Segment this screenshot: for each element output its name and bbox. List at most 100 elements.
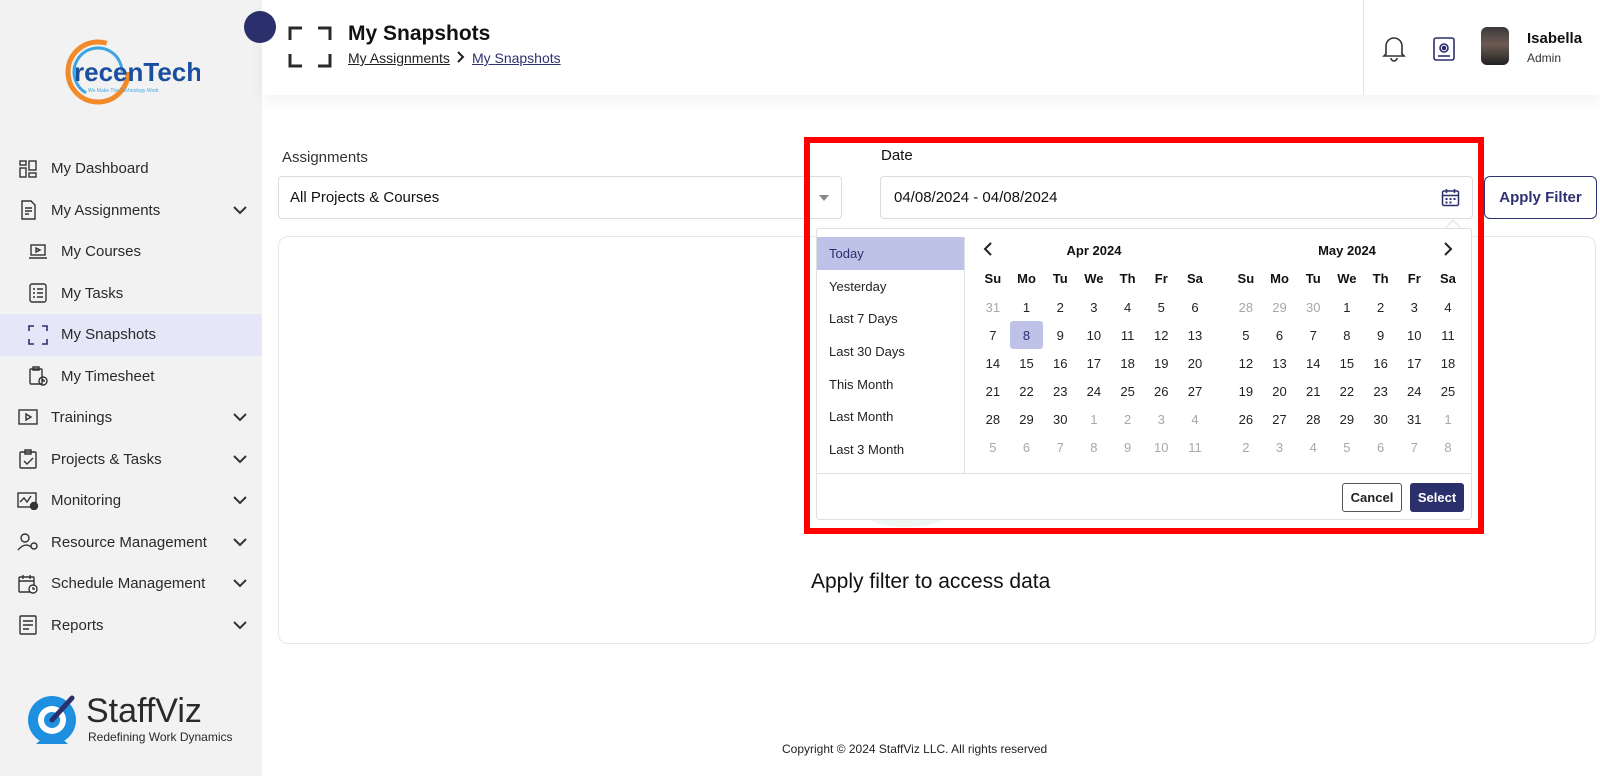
sidebar-item-schedule-management[interactable]: Schedule Management bbox=[0, 563, 262, 605]
sidebar-item-monitoring[interactable]: Monitoring bbox=[0, 480, 262, 522]
calendar-day[interactable]: 28 bbox=[976, 405, 1010, 433]
calendar-day[interactable]: 7 bbox=[976, 321, 1010, 349]
calendar-day[interactable]: 3 bbox=[1144, 405, 1178, 433]
calendar-day[interactable]: 2 bbox=[1111, 405, 1145, 433]
calendar-day[interactable]: 1 bbox=[1330, 293, 1364, 321]
calendar-day[interactable]: 3 bbox=[1397, 293, 1431, 321]
calendar-day[interactable]: 17 bbox=[1397, 349, 1431, 377]
calendar-day[interactable]: 10 bbox=[1144, 433, 1178, 461]
calendar-day[interactable]: 9 bbox=[1043, 321, 1077, 349]
range-option[interactable]: Last 30 Days bbox=[817, 335, 964, 368]
calendar-day[interactable]: 14 bbox=[1296, 349, 1330, 377]
calendar-day[interactable]: 19 bbox=[1144, 349, 1178, 377]
breadcrumb-my-assignments[interactable]: My Assignments bbox=[348, 50, 450, 66]
bell-icon[interactable] bbox=[1381, 34, 1407, 62]
calendar-day[interactable]: 3 bbox=[1263, 433, 1297, 461]
chevron-down-icon[interactable] bbox=[232, 534, 248, 550]
calendar-day[interactable]: 9 bbox=[1111, 433, 1145, 461]
range-option[interactable]: Last 7 Days bbox=[817, 302, 964, 335]
calendar-day[interactable]: 8 bbox=[1431, 433, 1465, 461]
range-option[interactable]: Last 3 Month bbox=[817, 433, 964, 466]
chevron-down-icon[interactable] bbox=[232, 202, 248, 218]
select-button[interactable]: Select bbox=[1410, 483, 1464, 512]
calendar-day[interactable]: 29 bbox=[1263, 293, 1297, 321]
calendar-day[interactable]: 6 bbox=[1178, 293, 1212, 321]
calendar-day[interactable]: 13 bbox=[1178, 321, 1212, 349]
calendar-day[interactable]: 18 bbox=[1111, 349, 1145, 377]
calendar-day[interactable]: 27 bbox=[1263, 405, 1297, 433]
calendar-day[interactable]: 6 bbox=[1263, 321, 1297, 349]
calendar-day[interactable]: 29 bbox=[1330, 405, 1364, 433]
sidebar-item-trainings[interactable]: Trainings bbox=[0, 397, 262, 439]
calendar-day[interactable]: 12 bbox=[1144, 321, 1178, 349]
calendar-day[interactable]: 5 bbox=[976, 433, 1010, 461]
calendar-day[interactable]: 5 bbox=[1229, 321, 1263, 349]
calendar-day[interactable]: 18 bbox=[1431, 349, 1465, 377]
calendar-day[interactable]: 8 bbox=[1077, 433, 1111, 461]
calendar-day[interactable]: 24 bbox=[1077, 377, 1111, 405]
calendar-day[interactable]: 12 bbox=[1229, 349, 1263, 377]
calendar-day[interactable]: 6 bbox=[1364, 433, 1398, 461]
calendar-day[interactable]: 31 bbox=[1397, 405, 1431, 433]
calendar-day[interactable]: 28 bbox=[1229, 293, 1263, 321]
chevron-down-icon[interactable] bbox=[232, 409, 248, 425]
calendar-day[interactable]: 29 bbox=[1010, 405, 1044, 433]
calendar-day[interactable]: 15 bbox=[1330, 349, 1364, 377]
sidebar-item-projects-tasks[interactable]: Projects & Tasks bbox=[0, 439, 262, 481]
calendar-day[interactable]: 11 bbox=[1431, 321, 1465, 349]
assignments-select[interactable]: All Projects & Courses bbox=[278, 176, 842, 219]
calendar-day[interactable]: 27 bbox=[1178, 377, 1212, 405]
company-logo[interactable]: recenTech We Make The Technology Work bbox=[60, 34, 202, 114]
calendar-day[interactable]: 1 bbox=[1431, 405, 1465, 433]
calendar-day[interactable]: 21 bbox=[976, 377, 1010, 405]
chevron-down-icon[interactable] bbox=[232, 451, 248, 467]
range-option[interactable]: This Month bbox=[817, 368, 964, 401]
user-name[interactable]: Isabella bbox=[1527, 30, 1582, 47]
sidebar-item-my-tasks[interactable]: My Tasks bbox=[0, 273, 262, 315]
calendar-day[interactable]: 10 bbox=[1077, 321, 1111, 349]
calendar-icon[interactable] bbox=[1441, 188, 1460, 207]
apply-filter-button[interactable]: Apply Filter bbox=[1484, 176, 1597, 219]
calendar-day[interactable]: 2 bbox=[1229, 433, 1263, 461]
range-option[interactable]: Yesterday bbox=[817, 270, 964, 303]
calendar-day[interactable]: 21 bbox=[1296, 377, 1330, 405]
calendar-day[interactable]: 7 bbox=[1296, 321, 1330, 349]
sidebar-item-my-assignments[interactable]: My Assignments bbox=[0, 190, 262, 232]
calendar-day[interactable]: 16 bbox=[1043, 349, 1077, 377]
calendar-day[interactable]: 19 bbox=[1229, 377, 1263, 405]
sidebar-item-my-snapshots[interactable]: My Snapshots bbox=[0, 314, 262, 356]
breadcrumb-my-snapshots[interactable]: My Snapshots bbox=[472, 50, 561, 66]
calendar-day[interactable]: 25 bbox=[1111, 377, 1145, 405]
calendar-day[interactable]: 30 bbox=[1364, 405, 1398, 433]
calendar-day[interactable]: 30 bbox=[1296, 293, 1330, 321]
calendar-day[interactable]: 23 bbox=[1364, 377, 1398, 405]
calendar-day[interactable]: 4 bbox=[1178, 405, 1212, 433]
calendar-day[interactable]: 11 bbox=[1111, 321, 1145, 349]
calendar-day[interactable]: 3 bbox=[1077, 293, 1111, 321]
range-option[interactable]: Today bbox=[817, 237, 964, 270]
sidebar-item-my-timesheet[interactable]: My Timesheet bbox=[0, 356, 262, 398]
calendar-day[interactable]: 11 bbox=[1178, 433, 1212, 461]
calendar-day[interactable]: 25 bbox=[1431, 377, 1465, 405]
calendar-day[interactable]: 7 bbox=[1397, 433, 1431, 461]
calendar-day[interactable]: 22 bbox=[1330, 377, 1364, 405]
calendar-day[interactable]: 5 bbox=[1144, 293, 1178, 321]
calendar-day[interactable]: 6 bbox=[1010, 433, 1044, 461]
settings-document-icon[interactable] bbox=[1432, 36, 1456, 62]
calendar-day[interactable]: 24 bbox=[1397, 377, 1431, 405]
date-range-input[interactable]: 04/08/2024 - 04/08/2024 bbox=[880, 176, 1473, 219]
calendar-day[interactable]: 16 bbox=[1364, 349, 1398, 377]
range-option[interactable]: Last Month bbox=[817, 400, 964, 433]
calendar-day[interactable]: 2 bbox=[1364, 293, 1398, 321]
calendar-day[interactable]: 26 bbox=[1229, 405, 1263, 433]
calendar-day[interactable]: 1 bbox=[1077, 405, 1111, 433]
chevron-down-icon[interactable] bbox=[232, 492, 248, 508]
chevron-down-icon[interactable] bbox=[232, 575, 248, 591]
calendar-day[interactable]: 20 bbox=[1263, 377, 1297, 405]
calendar-day[interactable]: 15 bbox=[1010, 349, 1044, 377]
calendar-day[interactable]: 4 bbox=[1431, 293, 1465, 321]
calendar-day[interactable]: 5 bbox=[1330, 433, 1364, 461]
calendar-day[interactable]: 14 bbox=[976, 349, 1010, 377]
calendar-day[interactable]: 4 bbox=[1296, 433, 1330, 461]
calendar-day[interactable]: 22 bbox=[1010, 377, 1044, 405]
